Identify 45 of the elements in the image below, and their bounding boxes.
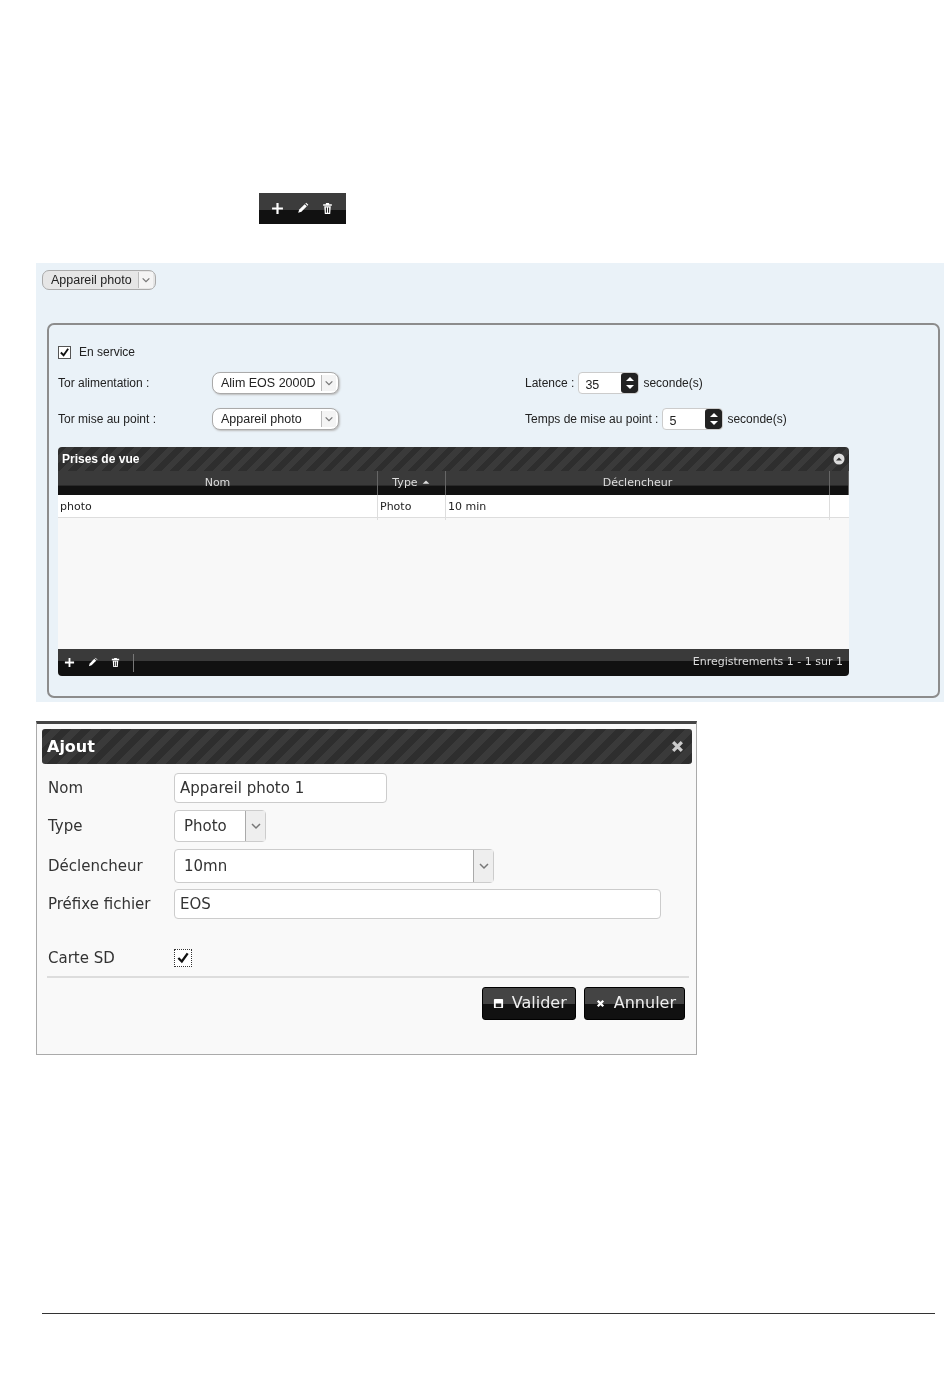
close-icon	[594, 997, 606, 1009]
text-field[interactable]: Appareil photo 1	[174, 773, 387, 803]
check-icon	[176, 951, 190, 966]
record-count: Enregistrements 1 - 1 sur 1	[692, 654, 843, 671]
add-icon[interactable]	[64, 657, 75, 668]
field-label: Carte SD	[48, 948, 116, 969]
table-cell: 10 min	[446, 495, 830, 520]
collapse-icon[interactable]	[833, 453, 845, 465]
grid-title: Prises de vue	[62, 451, 140, 468]
field-label: Tor mise au point :	[58, 411, 158, 428]
number-field[interactable]: 35	[578, 372, 640, 394]
spinner-icon[interactable]	[621, 373, 639, 393]
spinner-icon[interactable]	[705, 409, 723, 429]
field-label: Type	[48, 815, 84, 837]
checkbox[interactable]	[174, 949, 192, 968]
unit-label: seconde(s)	[727, 411, 787, 428]
checkbox[interactable]	[58, 345, 71, 359]
cancel-button[interactable]: Annuler	[583, 986, 685, 1020]
field-label: Déclencheur	[48, 855, 144, 877]
delete-icon[interactable]	[110, 657, 121, 668]
select-field[interactable]: Alim EOS 2000D	[212, 372, 339, 394]
field-label: Nom	[48, 777, 84, 799]
field-label: Tor alimentation :	[58, 375, 151, 392]
table-cell: photo	[58, 495, 378, 520]
dialog-title: Ajout	[47, 735, 95, 758]
edit-icon[interactable]	[87, 657, 98, 668]
number-field[interactable]: 5	[662, 408, 724, 430]
unit-label: seconde(s)	[643, 375, 703, 392]
close-icon[interactable]	[671, 740, 684, 753]
select-field[interactable]: 10mn	[174, 849, 494, 883]
select-field[interactable]: Photo	[174, 810, 266, 842]
table-cell: Photo	[378, 495, 446, 520]
check-icon	[59, 346, 70, 358]
add-icon[interactable]	[271, 202, 284, 215]
select-field[interactable]: Appareil photo	[212, 408, 339, 430]
field-label: Latence :	[525, 375, 575, 392]
save-button[interactable]: Valider	[481, 986, 576, 1020]
device-select[interactable]: Appareil photo	[42, 270, 156, 290]
field-label: Temps de mise au point :	[525, 411, 659, 428]
edit-icon[interactable]	[296, 202, 309, 215]
text-field[interactable]: EOS	[174, 889, 661, 919]
delete-icon[interactable]	[321, 202, 334, 215]
field-label: Préfixe fichier	[48, 893, 152, 915]
save-icon	[492, 997, 504, 1009]
checkbox-label: En service	[79, 344, 136, 361]
